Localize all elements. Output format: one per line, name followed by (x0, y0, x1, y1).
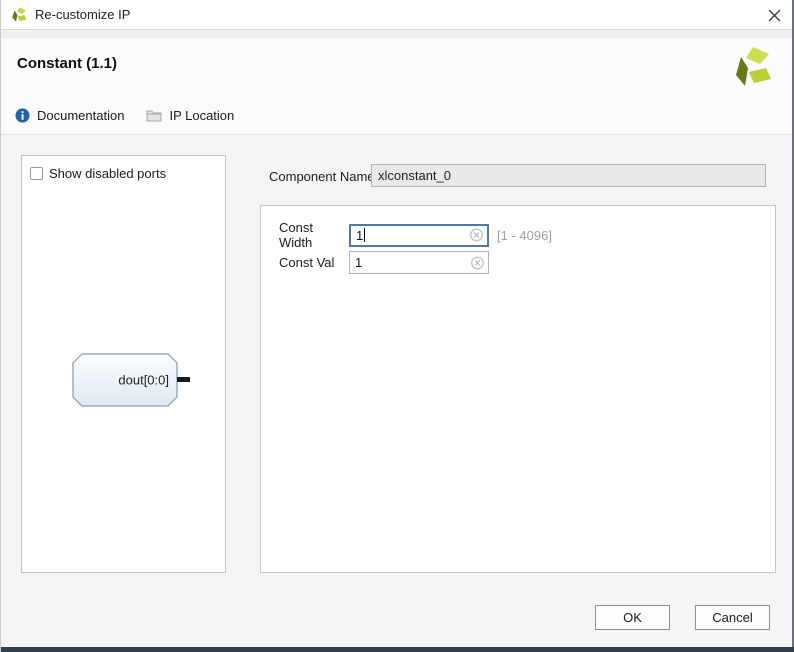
constant-block-diagram: dout[0:0] (68, 348, 200, 412)
ok-button[interactable]: OK (595, 605, 670, 630)
info-icon (15, 108, 30, 123)
header-strip (1, 31, 794, 38)
ip-location-button[interactable]: IP Location (142, 106, 238, 125)
parameters-panel: Const Width 1 [1 - 4096] Const Val 1 (260, 205, 776, 573)
window-edge-bottom (1, 647, 794, 652)
const-width-input[interactable]: 1 (349, 224, 489, 247)
const-width-row: Const Width 1 [1 - 4096] (279, 220, 552, 250)
recustomize-ip-dialog: Re-customize IP Constant (1.1) Docume (0, 0, 794, 652)
ip-symbol-panel: Show disabled ports dout[0:0] (21, 155, 226, 573)
show-disabled-ports-label: Show disabled ports (49, 166, 166, 181)
documentation-label: Documentation (37, 108, 124, 123)
component-name-label: Component Name (269, 169, 375, 184)
xilinx-app-icon (10, 6, 28, 24)
dialog-header: Constant (1.1) Documentation IP Loca (1, 31, 794, 135)
ip-title: Constant (1.1) (17, 55, 117, 72)
const-width-value: 1 (356, 228, 363, 243)
clear-icon[interactable] (471, 256, 484, 269)
window-title: Re-customize IP (35, 7, 130, 22)
const-val-label: Const Val (279, 255, 349, 270)
dout-port-label: dout[0:0] (118, 373, 169, 388)
dialog-content: Show disabled ports dout[0:0] Component … (1, 135, 794, 646)
show-disabled-ports-row: Show disabled ports (30, 166, 166, 181)
folder-icon (146, 109, 162, 122)
const-width-range-hint: [1 - 4096] (497, 228, 552, 243)
close-button[interactable] (761, 4, 787, 26)
show-disabled-ports-checkbox[interactable] (30, 167, 43, 180)
title-bar: Re-customize IP (1, 0, 794, 30)
const-val-value: 1 (355, 255, 362, 270)
header-toolbar: Documentation IP Location (11, 103, 238, 127)
component-name-field[interactable]: xlconstant_0 (371, 164, 766, 187)
xilinx-logo (729, 45, 773, 91)
const-val-input[interactable]: 1 (349, 251, 489, 274)
dout-port-stub (177, 377, 190, 382)
ip-location-label: IP Location (169, 108, 234, 123)
clear-icon[interactable] (470, 229, 483, 242)
documentation-button[interactable]: Documentation (11, 106, 128, 125)
text-caret (364, 228, 365, 242)
const-val-row: Const Val 1 (279, 251, 489, 274)
cancel-button[interactable]: Cancel (695, 605, 770, 630)
const-width-label: Const Width (279, 220, 349, 250)
close-icon (768, 9, 781, 22)
